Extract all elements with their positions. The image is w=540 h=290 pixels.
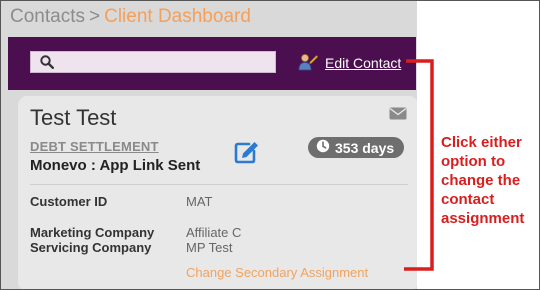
annotation-callout: Click either option to change the contac… — [441, 133, 533, 228]
callout-line: change the — [441, 172, 521, 189]
callout-line: contact — [441, 191, 495, 208]
callout-line: assignment — [441, 210, 525, 227]
callout-line: Click either — [441, 134, 522, 151]
callout-line: option to — [441, 153, 506, 170]
